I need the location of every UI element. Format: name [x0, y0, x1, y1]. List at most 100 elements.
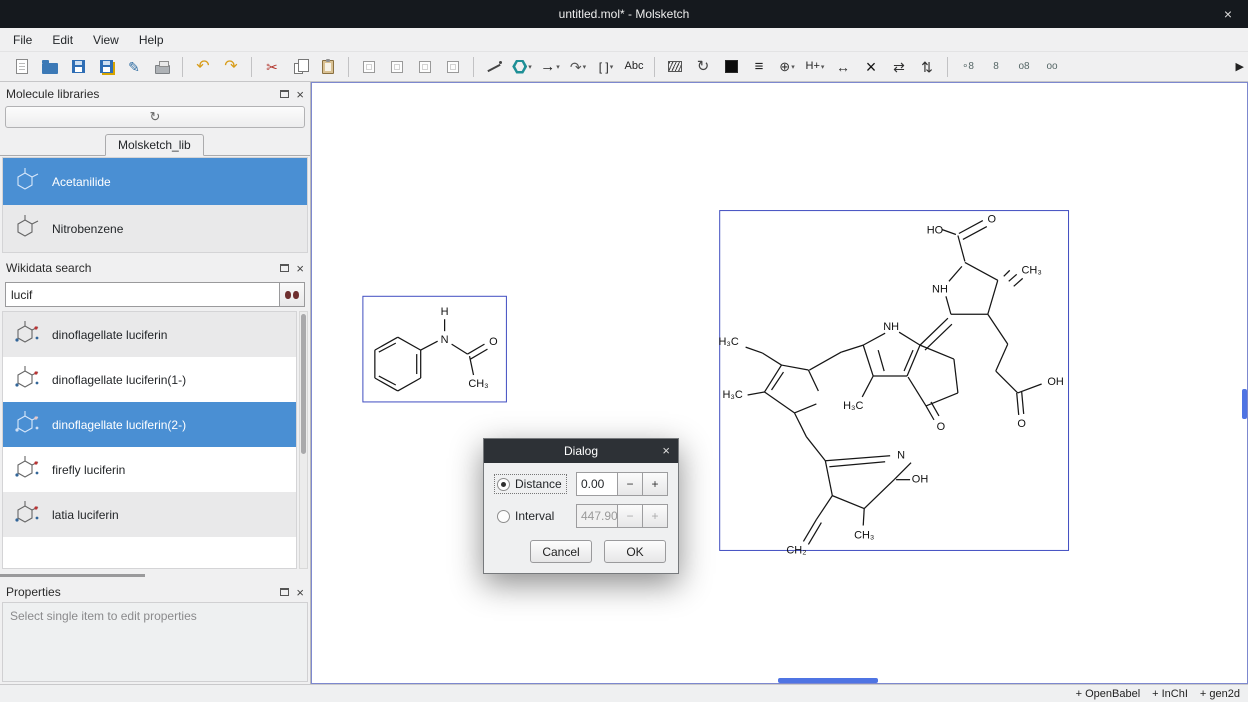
- interval-increment-button[interactable]: +: [643, 504, 668, 528]
- ok-button[interactable]: OK: [604, 540, 666, 563]
- paste-button[interactable]: [315, 54, 341, 80]
- cut-button[interactable]: ✂: [259, 54, 285, 80]
- ring-tool-button[interactable]: ▾: [509, 54, 535, 80]
- insert-fragment-button[interactable]: [384, 54, 410, 80]
- wikidata-result-item[interactable]: firefly luciferin: [3, 447, 296, 492]
- dialog-titlebar[interactable]: Dialog ×: [484, 439, 678, 463]
- save-as-document-button[interactable]: [93, 54, 119, 80]
- export-document-icon: ✎: [128, 60, 140, 74]
- menu-view[interactable]: View: [84, 30, 128, 50]
- text-tool-icon: Abc: [625, 61, 644, 72]
- tab-molsketch-lib[interactable]: Molsketch_lib: [105, 134, 204, 156]
- wikidata-result-item[interactable]: dinoflagellate luciferin(2-): [3, 402, 296, 447]
- distance-decrement-button[interactable]: −: [618, 472, 643, 496]
- charge-tool-button[interactable]: ⊕▾: [774, 54, 800, 80]
- library-item-label: Nitrobenzene: [52, 222, 123, 236]
- align-items-button[interactable]: [412, 54, 438, 80]
- wikidata-search-button[interactable]: [280, 282, 305, 307]
- window-close-button[interactable]: ×: [1220, 6, 1236, 22]
- undo-button[interactable]: ↶: [190, 54, 216, 80]
- toolbar-extension-button[interactable]: ▶: [1236, 60, 1244, 73]
- atom-label: O: [988, 214, 997, 226]
- molecule-thumbnail-icon: [9, 455, 43, 485]
- molecule-acetanilide[interactable]: HNOCH₃: [363, 296, 507, 402]
- copy-button[interactable]: [287, 54, 313, 80]
- window-titlebar[interactable]: untitled.mol* - Molsketch ×: [0, 0, 1248, 28]
- interval-decrement-button[interactable]: −: [618, 504, 643, 528]
- panel-splitter[interactable]: [0, 572, 310, 578]
- interval-value-field[interactable]: 447.90: [576, 504, 618, 528]
- interval-radio[interactable]: [497, 510, 510, 523]
- wikidata-search-row: [5, 282, 305, 307]
- wikidata-result-item[interactable]: dinoflagellate luciferin: [3, 312, 296, 357]
- flip-vertical-tool-button[interactable]: ⇅: [914, 54, 940, 80]
- redo-button[interactable]: ↷: [218, 54, 244, 80]
- hydrogen-tool-button[interactable]: H+▾: [802, 54, 828, 80]
- drawing-canvas[interactable]: HNOCH₃HOONHCH₃OHONHOH₃CH₃CH₃CNOHCH₃CH₂: [311, 82, 1248, 684]
- reaction-arrow-tool-button[interactable]: →▾: [537, 54, 563, 80]
- atom-label: NH: [883, 321, 899, 333]
- export-document-button[interactable]: ✎: [121, 54, 147, 80]
- library-item[interactable]: Acetanilide: [3, 158, 307, 205]
- atom-label: O: [489, 336, 498, 348]
- float-panel-icon[interactable]: [280, 588, 289, 596]
- distance-value-field[interactable]: 0.00: [576, 472, 618, 496]
- dropdown-arrow-icon: ▾: [610, 63, 614, 71]
- distance-radio[interactable]: [497, 478, 510, 491]
- distance-increment-button[interactable]: +: [643, 472, 668, 496]
- menu-edit[interactable]: Edit: [43, 30, 82, 50]
- new-document-button[interactable]: [9, 54, 35, 80]
- wikidata-result-item[interactable]: dinoflagellate luciferin(1-): [3, 357, 296, 402]
- print-document-button[interactable]: [149, 54, 175, 80]
- splitter-handle[interactable]: [0, 574, 145, 577]
- color-swatch-button[interactable]: [718, 54, 744, 80]
- close-panel-icon[interactable]: ×: [296, 586, 304, 599]
- draw-bond-tool-button[interactable]: [481, 54, 507, 80]
- flip-horizontal-tool-button[interactable]: ⇄: [886, 54, 912, 80]
- toolbar: ✎↶↷✂▾→▾↷▾[ ]▾Abc↻≡⊕▾H+▾↔×⇄⇅∘88o8oo▶: [0, 52, 1248, 82]
- electron-pair-tool-button[interactable]: o8: [1011, 54, 1037, 80]
- lone-pair-tool-button[interactable]: ∘8: [955, 54, 981, 80]
- close-panel-icon[interactable]: ×: [296, 262, 304, 275]
- flip-bond-tool-button[interactable]: ↔: [830, 54, 856, 80]
- charge-tool-icon: ⊕: [779, 60, 790, 73]
- float-panel-icon[interactable]: [280, 264, 289, 272]
- open-document-button[interactable]: [37, 54, 63, 80]
- scrollbar-thumb[interactable]: [301, 314, 306, 454]
- rotate-tool-button[interactable]: ↻: [690, 54, 716, 80]
- canvas-vscroll-thumb[interactable]: [1242, 389, 1247, 419]
- libraries-panel-title: Molecule libraries: [6, 87, 99, 101]
- group-items-button[interactable]: [440, 54, 466, 80]
- mechanism-arrow-tool-button[interactable]: ↷▾: [565, 54, 591, 80]
- electron-dot-tool-icon: oo: [1046, 62, 1057, 72]
- molecule-dinoflagellate-luciferin[interactable]: HOONHCH₃OHONHOH₃CH₃CH₃CNOHCH₃CH₂: [719, 211, 1069, 557]
- delete-tool-button[interactable]: ×: [858, 54, 884, 80]
- float-panel-icon[interactable]: [280, 90, 289, 98]
- menu-file[interactable]: File: [4, 30, 41, 50]
- line-width-tool-button[interactable]: ≡: [746, 54, 772, 80]
- save-document-button[interactable]: [65, 54, 91, 80]
- cancel-button[interactable]: Cancel: [530, 540, 592, 563]
- library-item[interactable]: Nitrobenzene: [3, 205, 307, 252]
- radical-tool-button[interactable]: 8: [983, 54, 1009, 80]
- insert-molecule-button[interactable]: [356, 54, 382, 80]
- dialog-close-button[interactable]: ×: [662, 443, 670, 458]
- insert-molecule-icon: [363, 61, 375, 73]
- text-tool-button[interactable]: Abc: [621, 54, 647, 80]
- toolbar-separator: [654, 57, 655, 77]
- refresh-libraries-button[interactable]: ↻: [5, 106, 305, 128]
- electron-dot-tool-button[interactable]: oo: [1039, 54, 1065, 80]
- bracket-tool-button[interactable]: [ ]▾: [593, 54, 619, 80]
- molecule-thumbnail-icon: [9, 500, 43, 530]
- atom-label: O: [937, 421, 946, 433]
- menu-help[interactable]: Help: [130, 30, 173, 50]
- wikidata-scrollbar[interactable]: [299, 311, 308, 569]
- status-inchi: + InChI: [1152, 688, 1188, 700]
- close-panel-icon[interactable]: ×: [296, 88, 304, 101]
- wikidata-search-input[interactable]: [5, 282, 280, 307]
- wikidata-result-item[interactable]: latia luciferin: [3, 492, 296, 537]
- toolbar-separator: [182, 57, 183, 77]
- canvas-hscroll-thumb[interactable]: [778, 678, 878, 683]
- dropdown-arrow-icon: ▾: [583, 63, 587, 71]
- hatch-bond-tool-button[interactable]: [662, 54, 688, 80]
